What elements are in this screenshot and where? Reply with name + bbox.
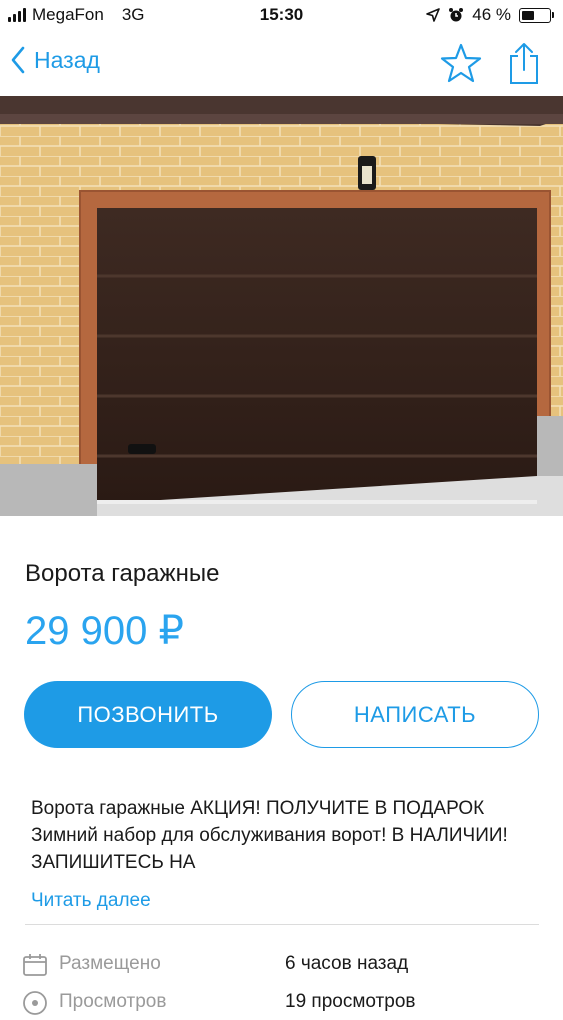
chevron-left-icon [11,46,25,74]
back-label: Назад [34,46,100,73]
status-bar: MegaFon 3G 15:30 46 % [0,0,563,32]
meta-row-posted: Размещено 6 часов назад [22,950,562,982]
star-outline-icon[interactable] [440,42,482,84]
call-button[interactable]: ПОЗВОНИТЬ [24,681,272,748]
listing-price: 29 900 ₽ [25,609,184,653]
status-right: 46 % [426,5,554,25]
listing-photo[interactable] [0,96,563,516]
message-button[interactable]: НАПИСАТЬ [291,681,539,748]
listing-description: Ворота гаражные АКЦИЯ! ПОЛУЧИТЕ В ПОДАРО… [31,798,508,873]
read-more-link[interactable]: Читать далее [31,890,151,912]
garage-door-photo [0,96,563,516]
location-arrow-icon [426,8,441,22]
battery-percent: 46 % [472,5,511,24]
alarm-clock-icon [449,8,464,22]
meta-value: 19 просмотров [285,991,416,1012]
calendar-icon [23,954,47,976]
navigation-bar: Назад [0,32,563,94]
meta-value: 6 часов назад [285,953,409,974]
meta-label: Размещено [59,953,161,974]
eye-icon [23,991,47,1015]
battery-icon [519,7,554,23]
battery-level [522,10,534,20]
share-icon[interactable] [506,42,542,86]
meta-label: Просмотров [59,991,167,1012]
listing-title: Ворота гаражные [25,560,220,587]
divider [25,924,539,925]
meta-row-views: Просмотров 19 просмотров [22,988,562,1020]
back-button[interactable]: Назад [10,46,100,74]
